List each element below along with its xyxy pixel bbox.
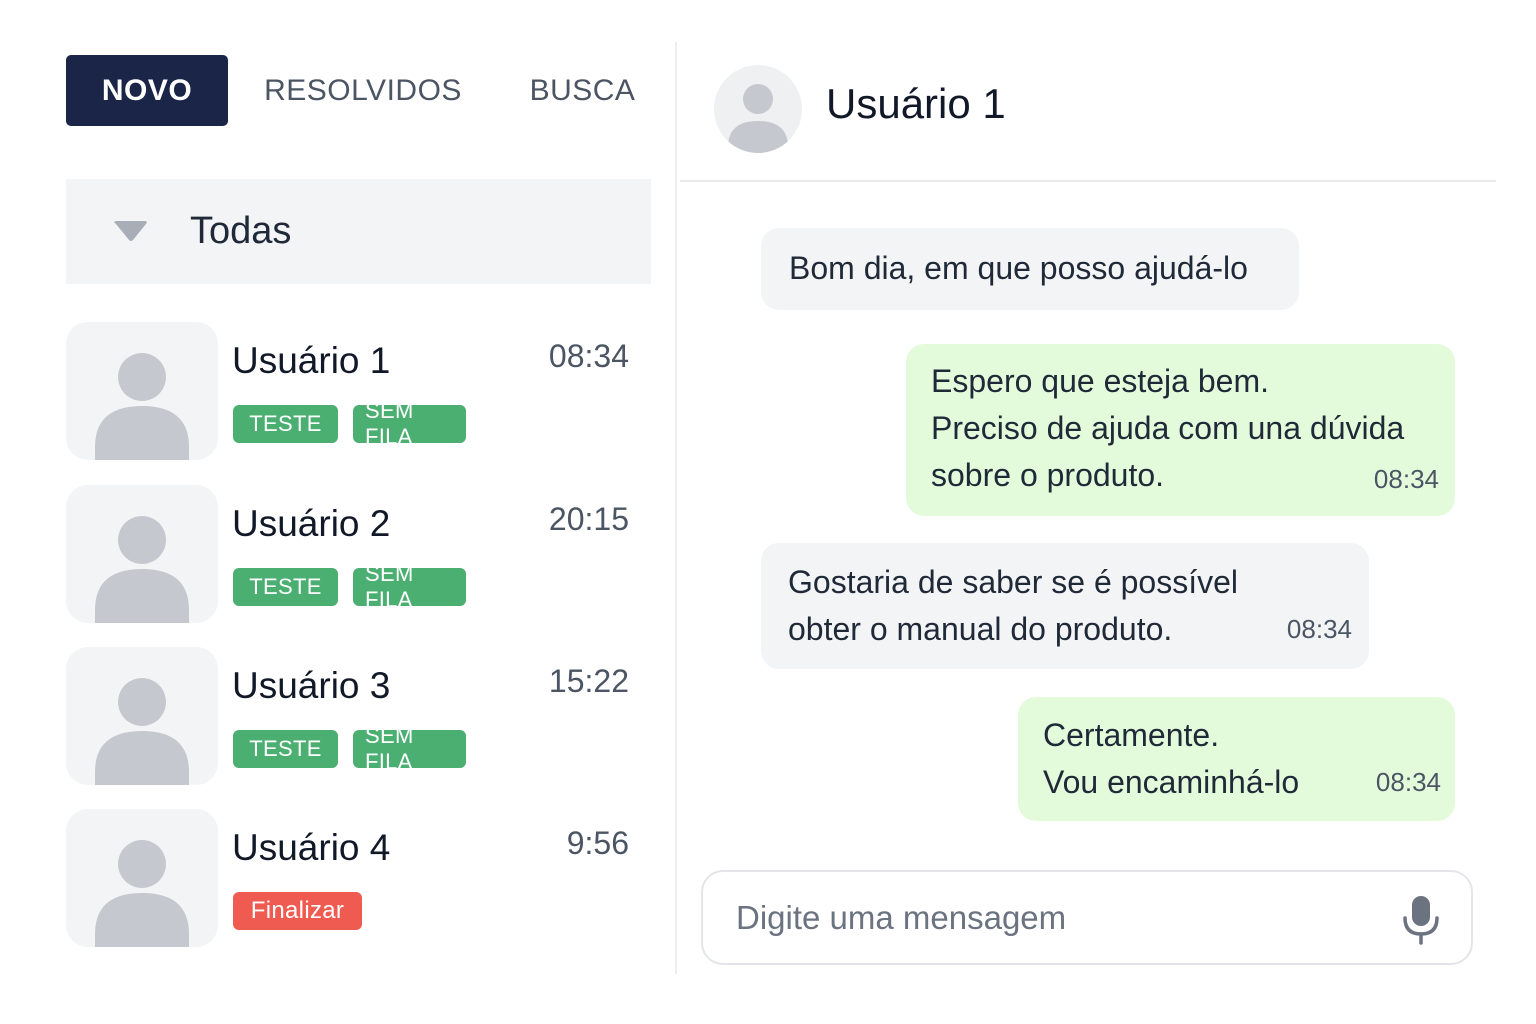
conversation-item[interactable]: Usuário 2 20:15 TESTE SEM FILA [66,485,651,623]
tag-sem-fila: SEM FILA [353,561,466,612]
message-text: Espero que esteja bem. [931,363,1269,399]
chat-header: Usuário 1 [680,42,1496,182]
chat-contact-name: Usuário 1 [826,80,1006,127]
message-time: 08:34 [1373,464,1439,494]
message-time: 08:34 [1375,767,1441,797]
message-composer [701,870,1473,965]
tab-novo[interactable]: NOVO [66,55,228,126]
conversation-item[interactable]: Usuário 4 9:56 Finalizar [66,809,651,947]
tag-teste: TESTE [233,730,338,768]
message-text: obter o manual do produto. [788,611,1173,647]
avatar [714,65,802,153]
user-placeholder-icon [95,353,189,460]
avatar [66,485,218,623]
message-text: Bom dia, em que posso ajudá-lo [789,250,1248,286]
finalizar-button[interactable]: Finalizar [233,892,362,930]
conversation-time: 20:15 [548,501,629,537]
caret-down-icon [112,219,150,245]
queue-filter-dropdown[interactable]: Todas [66,179,651,284]
tag-teste: TESTE [233,405,338,443]
conversation-item[interactable]: Usuário 1 08:34 TESTE SEM FILA [66,322,651,460]
avatar [66,322,218,460]
conversation-time: 08:34 [548,338,629,374]
filter-label: Todas [190,210,292,252]
microphone-icon[interactable] [1401,894,1441,946]
user-placeholder-icon [95,840,189,947]
tag-sem-fila: SEM FILA [353,398,466,449]
conversation-name: Usuário 3 [232,665,391,706]
tag-group: TESTE SEM FILA [233,561,466,612]
conversation-item[interactable]: Usuário 3 15:22 TESTE SEM FILA [66,647,651,785]
message-time: 08:34 [1286,614,1352,644]
tag-group: TESTE SEM FILA [233,723,466,774]
tab-busca[interactable]: BUSCA [514,55,651,126]
user-placeholder-icon [95,678,189,785]
tab-bar: NOVO RESOLVIDOS BUSCA [66,55,651,126]
tag-group: Finalizar [233,892,362,930]
conversation-time: 9:56 [566,825,629,861]
tab-resolvidos[interactable]: RESOLVIDOS [252,55,474,126]
conversation-time: 15:22 [548,663,629,699]
conversation-name: Usuário 4 [232,827,391,868]
panel-divider [675,42,677,974]
user-placeholder-icon [95,516,189,623]
message-bubble-outgoing: Espero que esteja bem. Preciso de ajuda … [906,344,1455,516]
message-input[interactable] [736,892,1376,944]
tag-sem-fila: SEM FILA [353,723,466,774]
message-bubble-outgoing: Certamente. Vou encaminhá-lo 08:34 [1018,697,1455,821]
user-placeholder-icon [728,84,788,153]
conversation-name: Usuário 1 [232,340,391,381]
message-bubble-incoming: Gostaria de saber se é possível obter o … [761,543,1369,669]
message-bubble-incoming: Bom dia, em que posso ajudá-lo [761,228,1299,310]
avatar [66,647,218,785]
avatar [66,809,218,947]
message-text: Certamente. [1043,717,1220,753]
conversation-name: Usuário 2 [232,503,391,544]
message-text: Gostaria de saber se é possível [788,564,1239,600]
message-text: Preciso de ajuda com una dúvida [931,410,1405,446]
conversation-list-panel: NOVO RESOLVIDOS BUSCA Todas Usuário 1 08… [0,0,676,1024]
tag-group: TESTE SEM FILA [233,398,466,449]
tag-teste: TESTE [233,568,338,606]
